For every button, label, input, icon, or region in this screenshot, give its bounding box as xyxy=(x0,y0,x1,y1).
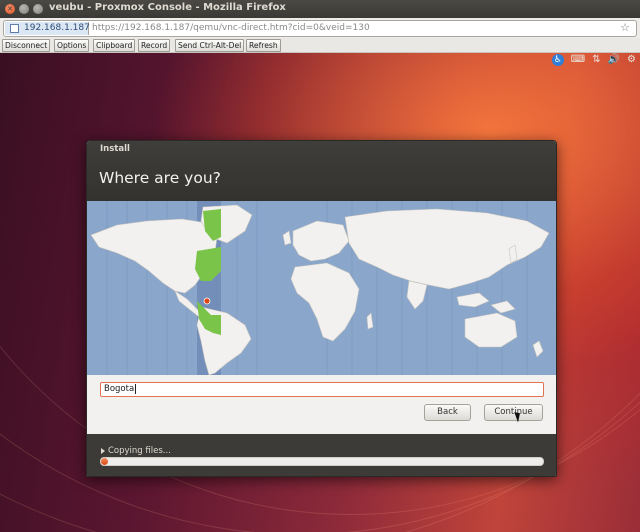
clipboard-button[interactable]: Clipboard xyxy=(93,39,136,52)
progress-label: Copying files... xyxy=(108,446,171,456)
url-field[interactable]: 192.168.1.187 https://192.168.1.187/qemu… xyxy=(3,20,637,37)
url-text: https://192.168.1.187/qemu/vnc-direct.ht… xyxy=(92,23,370,33)
location-input[interactable]: Bogota xyxy=(100,382,544,397)
send-ctrl-alt-del-button[interactable]: Send Ctrl-Alt-Del xyxy=(175,39,245,52)
keyboard-icon[interactable]: ⌨ xyxy=(571,54,585,66)
bookmark-star-icon[interactable]: ☆ xyxy=(620,20,630,35)
location-marker-icon xyxy=(203,297,211,305)
refresh-button[interactable]: Refresh xyxy=(246,39,281,52)
site-host: 192.168.1.187 xyxy=(24,23,90,33)
minimize-window-button[interactable] xyxy=(19,4,29,14)
progress-bar xyxy=(100,457,544,466)
accessibility-icon[interactable]: ♿ xyxy=(551,54,564,66)
installer-header: Install Where are you? xyxy=(87,141,556,201)
maximize-window-button[interactable] xyxy=(33,4,43,14)
vnc-toolbar: Disconnect Options Clipboard Record Send… xyxy=(0,38,640,53)
progress-expander[interactable]: Copying files... xyxy=(101,446,171,456)
settings-gear-icon[interactable]: ⚙ xyxy=(627,54,636,66)
network-icon[interactable]: ⇅ xyxy=(592,54,600,66)
page-title: Where are you? xyxy=(99,169,221,187)
volume-icon[interactable]: 🔊 xyxy=(608,54,620,66)
top-panel-indicators: ♿ ⌨ ⇅ 🔊 ⚙ xyxy=(551,53,636,67)
progress-bar-fill xyxy=(101,458,108,465)
disconnect-button[interactable]: Disconnect xyxy=(2,39,51,52)
expander-triangle-icon xyxy=(101,447,105,454)
options-button[interactable]: Options xyxy=(54,39,90,52)
back-button[interactable]: Back xyxy=(424,404,471,421)
navigation-bar: 192.168.1.187 https://192.168.1.187/qemu… xyxy=(0,18,640,39)
installer-window: Install Where are you? Bogota Back Conti… xyxy=(86,140,557,477)
close-window-button[interactable]: ✕ xyxy=(5,4,15,14)
timezone-map[interactable] xyxy=(87,201,556,375)
land-masses xyxy=(90,204,550,375)
installer-footer: Copying files... xyxy=(87,434,556,476)
text-caret xyxy=(135,383,137,394)
site-identity-button[interactable]: 192.168.1.187 xyxy=(5,22,90,35)
installer-window-title: Install xyxy=(100,144,130,154)
firefox-titlebar: ✕ veubu - Proxmox Console - Mozilla Fire… xyxy=(0,0,640,18)
record-button[interactable]: Record xyxy=(138,39,171,52)
location-input-value: Bogota xyxy=(104,384,135,394)
world-map-graphic xyxy=(90,201,550,375)
window-title: veubu - Proxmox Console - Mozilla Firefo… xyxy=(49,2,286,13)
site-identity-icon xyxy=(10,24,19,33)
